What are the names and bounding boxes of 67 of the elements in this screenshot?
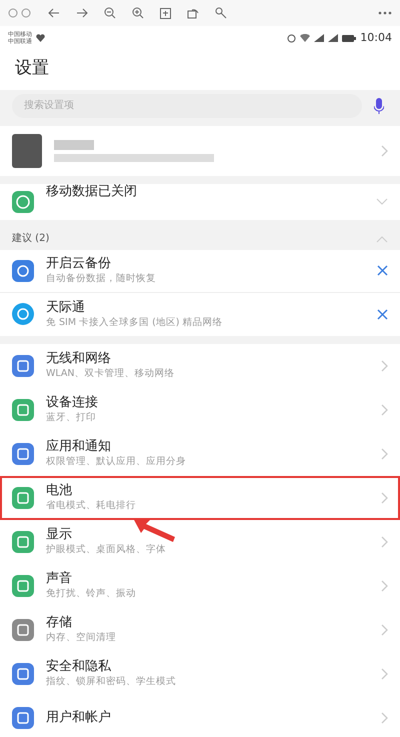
page-title: 设置 [0, 50, 400, 90]
settings-subtitle: WLAN、双卡管理、移动网络 [46, 367, 176, 380]
tool-icon[interactable] [215, 7, 227, 19]
wifi-icon [300, 34, 310, 42]
suggestion-subtitle: 免 SIM 卡接入全球多国 (地区) 精品网络 [46, 316, 224, 328]
suggestion-title: 天际通 [46, 300, 85, 316]
settings-subtitle: 免打扰、铃声、振动 [46, 587, 137, 600]
chevron-right-icon [380, 492, 388, 504]
suggestion-row[interactable]: 开启云备份 自动备份数据，随时恢复 [0, 250, 400, 292]
avatar-icon [12, 134, 42, 168]
settings-title: 电池 [46, 483, 72, 499]
signal-icon [328, 34, 338, 42]
clock: 10:04 [360, 30, 392, 46]
settings-subtitle: 蓝牙、打印 [46, 411, 97, 424]
chevron-right-icon [380, 360, 388, 372]
settings-title: 设备连接 [46, 395, 98, 411]
settings-title: 应用和通知 [46, 439, 111, 455]
suggestion-title: 开启云备份 [46, 256, 111, 272]
chevron-right-icon [380, 448, 388, 460]
close-icon[interactable] [377, 308, 388, 320]
suggestion-row[interactable]: 天际通 免 SIM 卡接入全球多国 (地区) 精品网络 [0, 292, 400, 336]
chevron-right-icon [380, 712, 388, 724]
mobile-data-label: 移动数据已关闭 [46, 184, 138, 200]
chevron-right-icon [380, 668, 388, 680]
settings-title: 无线和网络 [46, 351, 111, 367]
suggestion-subtitle: 自动备份数据，随时恢复 [46, 272, 157, 285]
settings-title: 显示 [46, 527, 72, 543]
chevron-right-icon [380, 144, 388, 156]
settings-title: 安全和隐私 [46, 659, 111, 675]
settings-subtitle: 内存、空间清理 [46, 631, 117, 644]
heart-icon [36, 34, 45, 42]
zoom-out-icon[interactable] [104, 7, 116, 19]
section-header: 建议 (2) [12, 232, 50, 246]
chevron-right-icon [380, 536, 388, 548]
settings-row[interactable]: 用户和帐户 [0, 696, 400, 737]
settings-row[interactable]: 电池 省电模式、耗电排行 [0, 476, 400, 520]
mobile-data-row[interactable]: 移动数据已关闭 [0, 184, 400, 220]
settings-subtitle: 指纹、锁屏和密码、学生模式 [46, 675, 177, 688]
chevron-right-icon [380, 580, 388, 592]
rotate-icon[interactable] [187, 7, 199, 19]
settings-row[interactable]: 无线和网络 WLAN、双卡管理、移动网络 [0, 344, 400, 388]
settings-subtitle: 权限管理、默认应用、应用分身 [46, 455, 187, 468]
data-icon [12, 190, 34, 212]
account-row[interactable] [0, 126, 400, 176]
zoom-in-icon[interactable] [132, 7, 144, 19]
microphone-icon[interactable] [374, 98, 384, 114]
chevron-right-icon [380, 404, 388, 416]
settings-subtitle: 省电模式、耗电排行 [46, 499, 137, 512]
back-icon[interactable] [48, 8, 60, 18]
settings-title: 存储 [46, 615, 72, 631]
more-icon[interactable] [378, 11, 392, 15]
signal-icon [314, 34, 324, 42]
settings-row[interactable]: 存储 内存、空间清理 [0, 608, 400, 652]
chevron-right-icon [380, 624, 388, 636]
settings-row[interactable]: 设备连接 蓝牙、打印 [0, 388, 400, 432]
close-icon[interactable] [377, 265, 388, 276]
settings-row[interactable]: 声音 免打扰、铃声、振动 [0, 564, 400, 608]
blurred-name [54, 140, 94, 150]
battery-icon [342, 34, 356, 42]
settings-row[interactable]: 应用和通知 权限管理、默认应用、应用分身 [0, 432, 400, 476]
fit-icon[interactable] [160, 8, 171, 18]
forward-icon[interactable] [76, 8, 88, 18]
settings-title: 用户和帐户 [46, 710, 111, 726]
search-field[interactable]: 搜索设置项 [12, 94, 362, 118]
settings-title: 声音 [46, 571, 72, 587]
settings-subtitle: 护眼模式、桌面风格、字体 [46, 543, 167, 556]
settings-row[interactable]: 安全和隐私 指纹、锁屏和密码、学生模式 [0, 652, 400, 696]
